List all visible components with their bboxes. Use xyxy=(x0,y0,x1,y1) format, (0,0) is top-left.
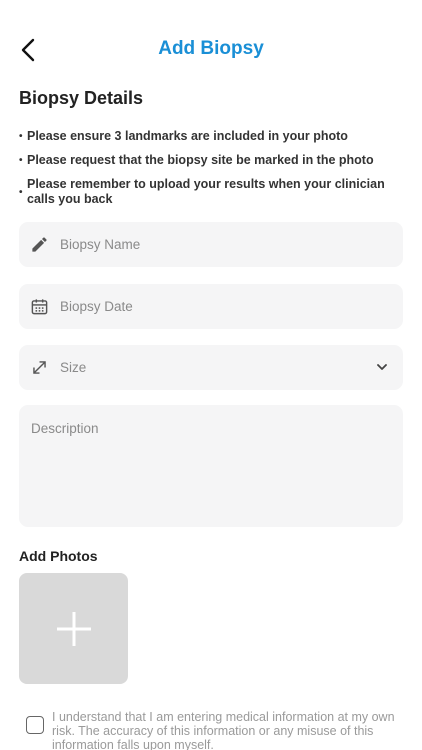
description-placeholder: Description xyxy=(31,421,99,436)
biopsy-date-placeholder: Biopsy Date xyxy=(60,299,133,314)
size-placeholder: Size xyxy=(60,360,87,375)
biopsy-date-input[interactable]: Biopsy Date xyxy=(19,284,403,329)
instructions-list: Please ensure 3 landmarks are included i… xyxy=(19,129,409,216)
add-photo-button[interactable] xyxy=(19,573,128,684)
biopsy-name-input[interactable]: Biopsy Name xyxy=(19,222,403,267)
instruction-item: Please ensure 3 landmarks are included i… xyxy=(19,129,409,144)
consent-checkbox[interactable] xyxy=(26,716,44,734)
plus-icon xyxy=(56,611,91,646)
consent-text: I understand that I am entering medical … xyxy=(52,710,395,750)
size-select[interactable]: Size xyxy=(19,345,403,390)
description-textarea[interactable]: Description xyxy=(19,405,403,527)
calendar-icon xyxy=(30,297,49,316)
section-title: Biopsy Details xyxy=(19,88,144,108)
header: Add Biopsy xyxy=(0,0,422,98)
add-photos-title: Add Photos xyxy=(19,548,98,564)
resize-icon xyxy=(30,358,49,377)
pencil-icon xyxy=(30,235,49,254)
chevron-down-icon[interactable] xyxy=(375,360,389,374)
instruction-item: Please request that the biopsy site be m… xyxy=(19,153,409,168)
page-title: Add Biopsy xyxy=(158,38,264,59)
add-biopsy-screen: Add Biopsy Biopsy Details Please ensure … xyxy=(0,0,422,750)
biopsy-name-placeholder: Biopsy Name xyxy=(60,237,141,252)
instruction-item: Please remember to upload your results w… xyxy=(19,177,409,207)
